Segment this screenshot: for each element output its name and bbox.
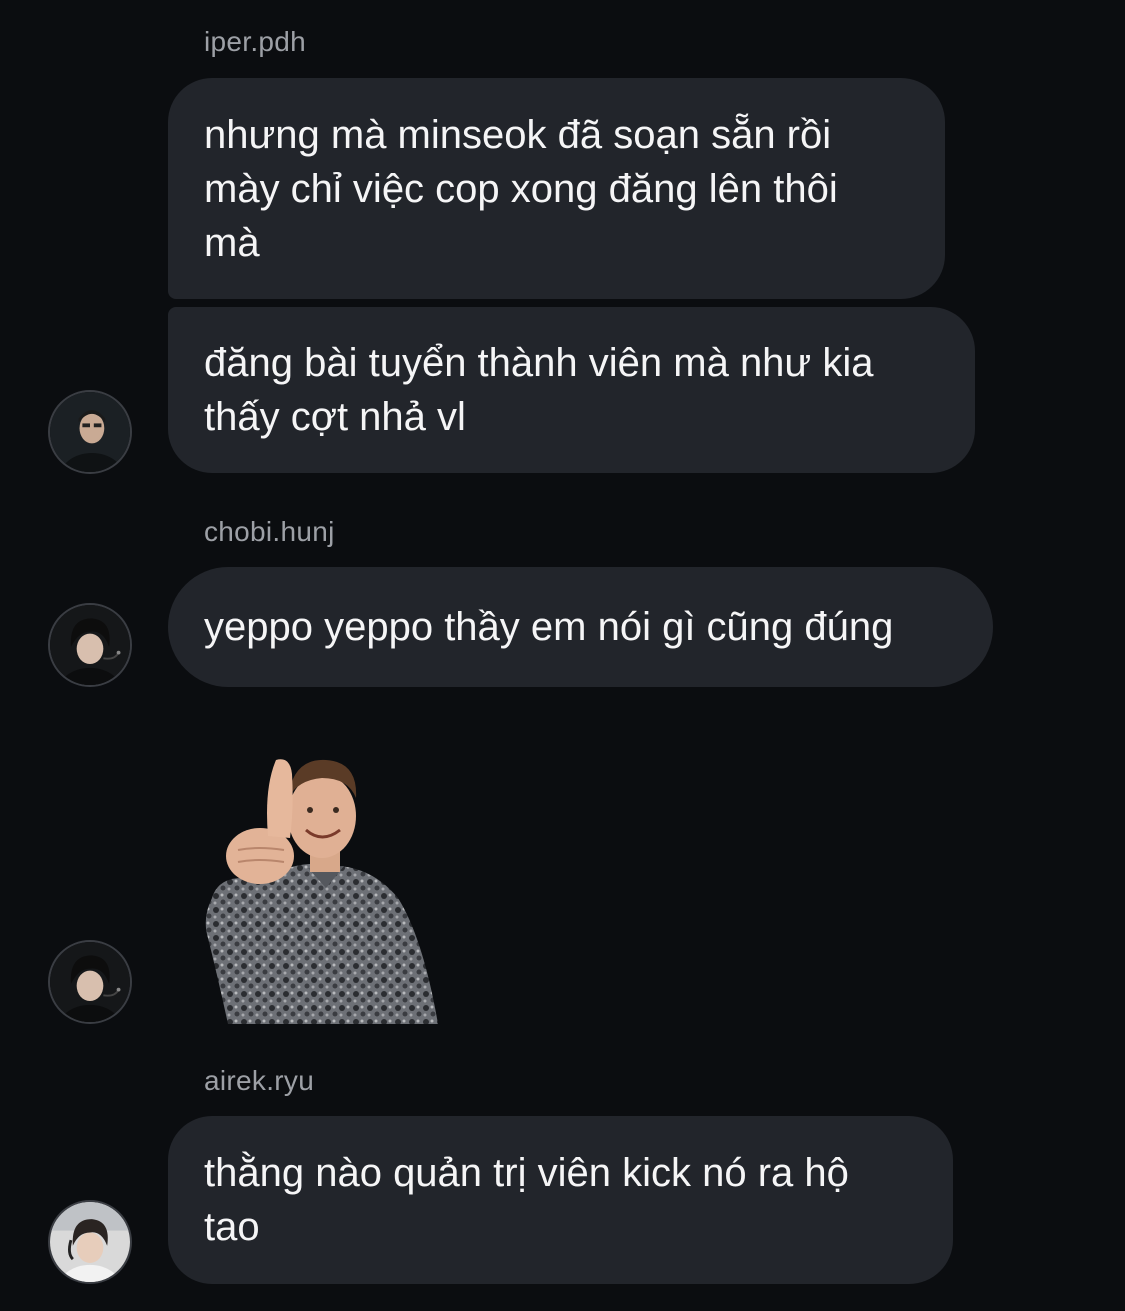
message-line: đăng bài tuyển thành viên mà như kia — [204, 341, 874, 385]
message-line: mà — [204, 220, 260, 265]
message-line: yeppo yeppo thầy em nói gì cũng đúng — [204, 605, 894, 649]
message-line: tao — [204, 1205, 260, 1249]
message-line: thằng nào quản trị viên kick nó ra hộ — [204, 1151, 849, 1195]
message-line: mày chỉ việc cop xong đăng lên thôi — [204, 166, 838, 211]
message-bubble[interactable]: nhưng mà minseok đã soạn sẵn rồi mày chỉ… — [168, 78, 945, 299]
message-bubble[interactable]: đăng bài tuyển thành viên mà như kia thấ… — [168, 307, 975, 473]
sender-name: airek.ryu — [204, 1065, 315, 1096]
message-bubble[interactable]: thằng nào quản trị viên kick nó ra hộ ta… — [168, 1116, 953, 1284]
user-avatar-icon — [50, 1202, 130, 1282]
user-avatar-icon — [50, 605, 130, 685]
avatar-chobi[interactable] — [48, 603, 132, 687]
thumbs-up-sticker-icon — [205, 759, 438, 1024]
message-bubble[interactable]: yeppo yeppo thầy em nói gì cũng đúng — [168, 567, 993, 687]
user-avatar-icon — [50, 392, 130, 472]
message-line: nhưng mà minseok đã soạn sẵn rồi — [204, 112, 832, 157]
sender-name: chobi.hunj — [204, 516, 335, 547]
sender-name: iper.pdh — [204, 26, 307, 57]
message-line: thấy cợt nhả vl — [204, 395, 466, 439]
avatar-iper[interactable] — [48, 390, 132, 474]
thumbs-up-man-sticker[interactable] — [198, 738, 440, 1024]
user-avatar-icon — [50, 942, 130, 1022]
avatar-airek[interactable] — [48, 1200, 132, 1284]
avatar-chobi[interactable] — [48, 940, 132, 1024]
